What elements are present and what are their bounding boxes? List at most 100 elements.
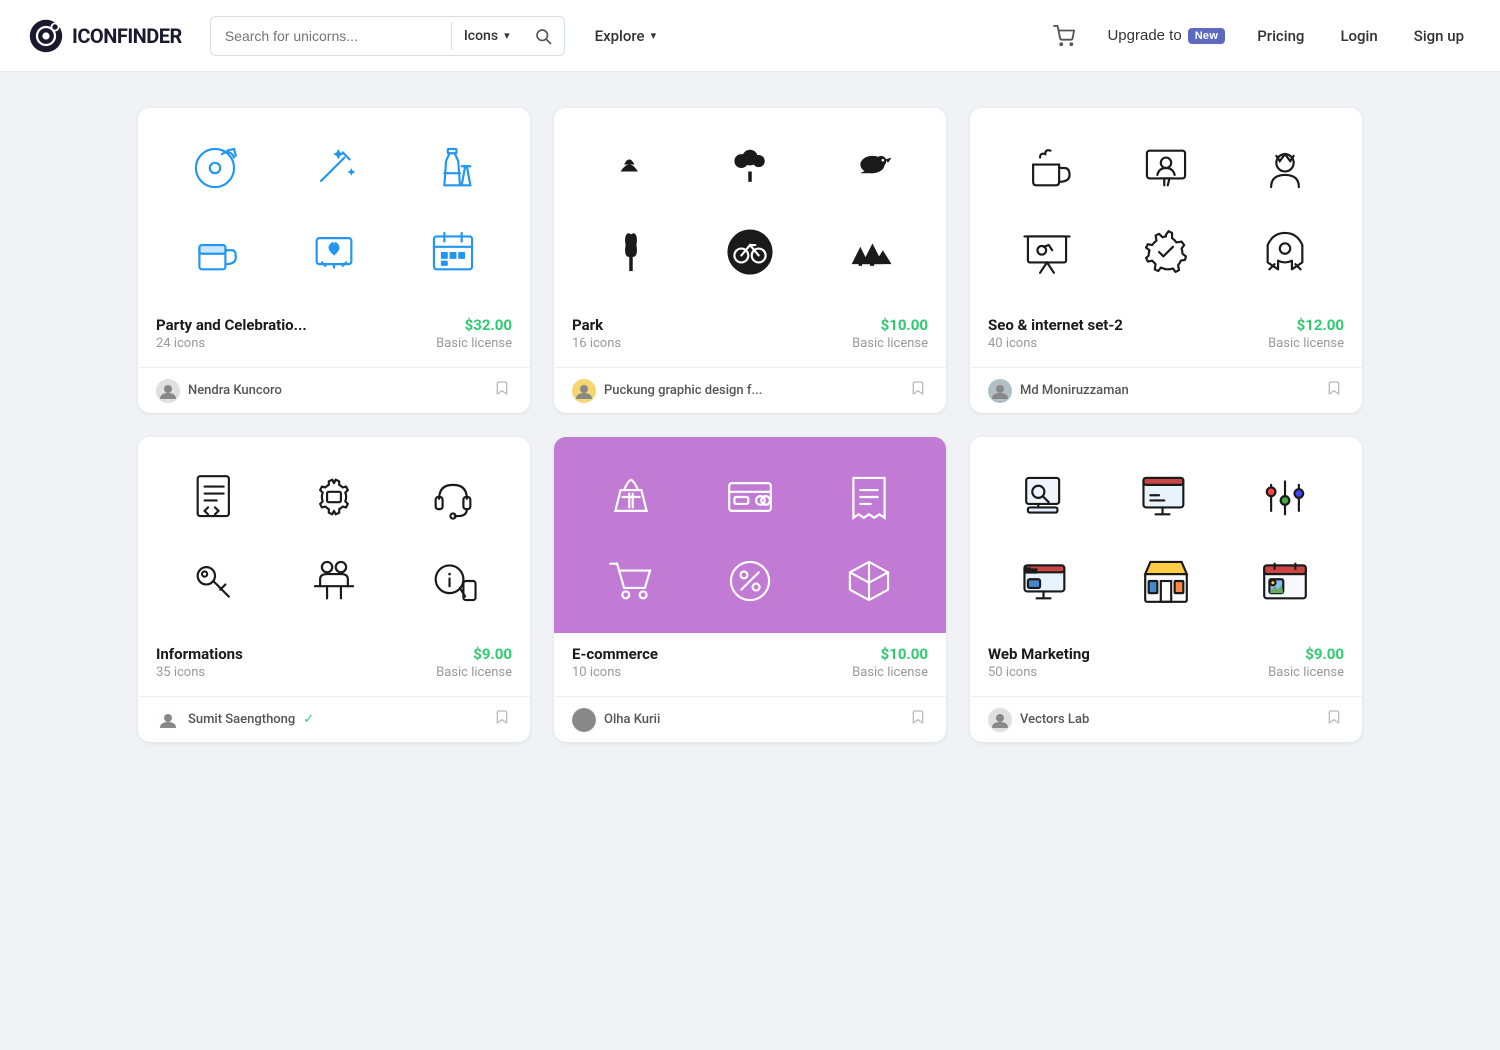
card-name: Party and Celebratio...: [156, 316, 307, 334]
icon-cell: [1249, 461, 1321, 533]
avatar-icon: [988, 379, 1012, 403]
icon-cell: [714, 461, 786, 533]
icon-pack-card[interactable]: Seo & internet set-2 $12.00 40 icons Bas…: [970, 108, 1362, 413]
card-license: Basic license: [1268, 665, 1344, 680]
card-meta-row: 40 icons Basic license: [988, 336, 1344, 351]
avatar: [156, 379, 180, 403]
bookmark-button[interactable]: [492, 378, 512, 403]
icon-cell: [1130, 132, 1202, 204]
icon-cell: [833, 132, 905, 204]
icon-cell: [298, 132, 370, 204]
main-content: Party and Celebratio... $32.00 24 icons …: [90, 72, 1410, 778]
card-name: Park: [572, 316, 603, 334]
icon-pack-card[interactable]: Informations $9.00 35 icons Basic licens…: [138, 437, 530, 742]
card-preview: New: [970, 437, 1362, 633]
card-info: Seo & internet set-2 $12.00 40 icons Bas…: [970, 304, 1362, 367]
explore-nav[interactable]: Explore: [585, 21, 667, 51]
card-meta-row: 50 icons Basic license: [988, 665, 1344, 680]
logo[interactable]: ICONFINDER: [28, 18, 182, 54]
card-meta-row: 16 icons Basic license: [572, 336, 928, 351]
card-price: $12.00: [1297, 316, 1344, 334]
card-icon-count: 10 icons: [572, 665, 621, 680]
new-badge: New: [1188, 28, 1226, 44]
card-info-row: Informations $9.00: [156, 645, 512, 663]
bookmark-icon: [494, 380, 510, 396]
pricing-link[interactable]: Pricing: [1249, 21, 1312, 51]
logo-icon: [28, 18, 64, 54]
card-preview: [138, 437, 530, 633]
search-icon: [534, 27, 552, 45]
card-meta-row: 10 icons Basic license: [572, 665, 928, 680]
icon-cell: [1130, 545, 1202, 617]
card-info-row: E-commerce $10.00: [572, 645, 928, 663]
bookmark-button[interactable]: [908, 378, 928, 403]
icon-pack-card[interactable]: E-commerce $10.00 10 icons Basic license: [554, 437, 946, 742]
card-price: $9.00: [1305, 645, 1344, 663]
card-price: $10.00: [881, 645, 928, 663]
icon-cell: [595, 132, 667, 204]
icon-pack-card[interactable]: New Web Marketing $9.00 50 icons Basic l…: [970, 437, 1362, 742]
icon-cell: [1130, 461, 1202, 533]
card-preview: [554, 437, 946, 633]
icon-cell: [1130, 216, 1202, 288]
card-name: Seo & internet set-2: [988, 316, 1123, 334]
header: ICONFINDER Icons Explore Upgrade to New …: [0, 0, 1500, 72]
author-name: Puckung graphic design f...: [604, 383, 762, 398]
bookmark-button[interactable]: [908, 707, 928, 732]
avatar-icon: [156, 379, 180, 403]
search-input[interactable]: [211, 28, 451, 44]
signup-link[interactable]: Sign up: [1406, 21, 1472, 51]
icon-cell: [714, 216, 786, 288]
icon-cell: [179, 216, 251, 288]
author-info: Vectors Lab: [988, 708, 1089, 732]
icon-pack-card[interactable]: Party and Celebratio... $32.00 24 icons …: [138, 108, 530, 413]
icon-cell: [1011, 461, 1083, 533]
author-name: Sumit Saengthong: [188, 712, 295, 727]
card-icon-count: 35 icons: [156, 665, 205, 680]
card-info-row: Party and Celebratio... $32.00: [156, 316, 512, 334]
upgrade-button[interactable]: Upgrade to New: [1103, 21, 1229, 50]
card-license: Basic license: [436, 665, 512, 680]
avatar: [156, 708, 180, 732]
upgrade-label: Upgrade to: [1107, 27, 1181, 44]
author-info: Nendra Kuncoro: [156, 379, 282, 403]
bookmark-button[interactable]: [1324, 707, 1344, 732]
icons-dropdown[interactable]: Icons: [452, 28, 522, 44]
bookmark-button[interactable]: [1324, 378, 1344, 403]
search-button[interactable]: [522, 27, 564, 45]
icon-pack-card[interactable]: Park $10.00 16 icons Basic license: [554, 108, 946, 413]
card-info: Park $10.00 16 icons Basic license: [554, 304, 946, 367]
avatar-icon: [156, 708, 180, 732]
bookmark-icon: [910, 380, 926, 396]
avatar: [572, 708, 596, 732]
bookmark-icon: [1326, 380, 1342, 396]
bookmark-icon: [494, 709, 510, 725]
card-info: Web Marketing $9.00 50 icons Basic licen…: [970, 633, 1362, 696]
card-name: Web Marketing: [988, 645, 1090, 663]
card-meta-row: 24 icons Basic license: [156, 336, 512, 351]
icon-cell: [1249, 545, 1321, 617]
card-icon-count: 50 icons: [988, 665, 1037, 680]
author-info: Puckung graphic design f...: [572, 379, 762, 403]
cart-button[interactable]: [1045, 19, 1083, 53]
icon-cell: [179, 132, 251, 204]
login-link[interactable]: Login: [1332, 21, 1385, 51]
card-info: E-commerce $10.00 10 icons Basic license: [554, 633, 946, 696]
icon-cell: [1249, 132, 1321, 204]
icon-cell: [179, 545, 251, 617]
card-preview: [138, 108, 530, 304]
card-footer: Sumit Saengthong ✓: [138, 696, 530, 742]
author-info: Md Moniruzzaman: [988, 379, 1129, 403]
avatar: [988, 708, 1012, 732]
author-info: Olha Kurii: [572, 708, 660, 732]
icon-cell: [714, 132, 786, 204]
card-info-row: Web Marketing $9.00: [988, 645, 1344, 663]
icon-cell: [417, 216, 489, 288]
card-license: Basic license: [436, 336, 512, 351]
card-name: E-commerce: [572, 645, 658, 663]
avatar-icon: [572, 379, 596, 403]
avatar: [988, 379, 1012, 403]
card-price: $10.00: [881, 316, 928, 334]
card-icon-count: 24 icons: [156, 336, 205, 351]
bookmark-button[interactable]: [492, 707, 512, 732]
